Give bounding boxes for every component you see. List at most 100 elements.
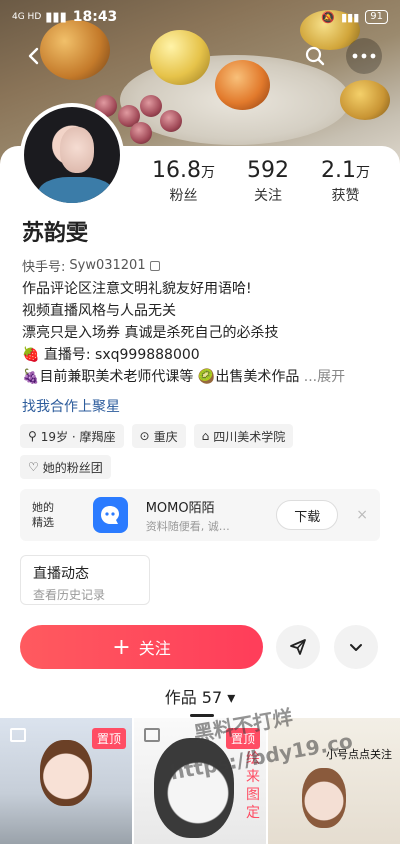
tag-text: 四川美术学院: [213, 429, 286, 444]
tag-text: 她的粉丝团: [42, 460, 103, 475]
bio-line: 作品评论区注意文明礼貌友好用语哈!: [22, 281, 252, 297]
stat-fans[interactable]: 16.8万 粉丝: [152, 158, 215, 205]
stat-number: 592: [246, 158, 289, 183]
status-bar: 4G HD ▮▮▮ 18:43 🔕 ▮▮▮ 91: [0, 0, 400, 34]
back-button[interactable]: [16, 38, 52, 74]
avatar[interactable]: [20, 103, 124, 207]
momo-app-icon: [92, 497, 128, 533]
cover-fruit: [150, 30, 210, 85]
thumbnail-side-text: 绘来图定: [246, 751, 260, 821]
share-button[interactable]: [276, 625, 320, 669]
pinned-badge: 置顶: [225, 728, 260, 749]
tab-underline: [190, 714, 214, 717]
search-icon: [305, 46, 325, 66]
bio-line: 🍇目前兼职美术老师代课等 🥝出售美术作品 ...展开: [22, 366, 382, 388]
thumbnail-portrait: [302, 768, 346, 828]
mute-icon: 🔕: [321, 10, 336, 24]
bio-line: 漂亮只是入场券 真诚是杀死自己的必杀技: [22, 325, 279, 341]
profile-bio: 作品评论区注意文明礼貌友好用语哈! 视频直播风格与人品无关 漂亮只是入场券 真诚…: [22, 278, 382, 388]
more-dots-icon: [352, 53, 376, 59]
app-desc: 资料随便看, 诚…: [145, 519, 230, 533]
image-icon: [10, 728, 26, 742]
expand-button[interactable]: [334, 625, 378, 669]
stat-likes[interactable]: 2.1万 获赞: [321, 158, 370, 205]
tag-text: 重庆: [153, 429, 178, 444]
fan-group-row: ♡ 她的粉丝团: [20, 455, 380, 479]
stat-label: 关注: [253, 188, 282, 204]
pin-icon: ⚲: [28, 429, 37, 443]
download-button[interactable]: 下载: [276, 500, 339, 530]
work-thumbnail[interactable]: 小号点点关注: [268, 718, 400, 844]
live-card-title: 直播动态: [33, 566, 89, 582]
kuaishou-id[interactable]: 快手号: Syw031201: [22, 256, 160, 275]
battery-icon: 91: [365, 10, 388, 24]
caret-down-icon: ▾: [227, 688, 236, 707]
cover-grape: [160, 110, 182, 132]
bio-text: 目前兼职美术老师代课等: [39, 369, 194, 385]
work-thumbnail[interactable]: 置顶: [0, 718, 132, 844]
works-label: 作品 57: [164, 688, 223, 707]
work-thumbnail[interactable]: 置顶 绘来图定: [134, 718, 266, 844]
app-name: MOMO陌陌: [145, 500, 215, 516]
stat-number: 2.1: [320, 158, 356, 183]
thumbnail-portrait: [40, 740, 92, 806]
partner-link[interactable]: 找我合作上聚星: [22, 396, 120, 416]
stat-label: 粉丝: [169, 188, 198, 204]
featured-label: 她的 精选: [32, 500, 71, 530]
featured-label-line: 她的: [32, 501, 54, 514]
profile-tags: ⚲ 19岁 · 摩羯座 ⊙ 重庆 ⌂ 四川美术学院: [20, 424, 380, 448]
cover-grape: [130, 122, 152, 144]
location-icon: ⊙: [139, 429, 150, 443]
fan-group-tag[interactable]: ♡ 她的粉丝团: [20, 455, 111, 479]
works-tab[interactable]: 作品 57 ▾: [0, 684, 400, 717]
network-label: 4G HD: [12, 11, 42, 22]
profile-name: 苏韵雯: [22, 221, 89, 246]
more-button[interactable]: [346, 38, 382, 74]
bio-line: 视频直播风格与人品无关: [22, 303, 176, 319]
bio-line: 🍓 直播号: sxq999888000: [22, 344, 382, 366]
featured-app-card[interactable]: 她的 精选 MOMO陌陌 资料随便看, 诚… 下载 ×: [20, 489, 380, 541]
bio-text: 出售美术作品: [215, 369, 300, 385]
copy-icon[interactable]: [149, 260, 160, 271]
plus-icon: +: [112, 634, 131, 660]
chevron-down-icon: [350, 644, 362, 651]
tag-location[interactable]: ⊙ 重庆: [131, 424, 186, 448]
search-button[interactable]: [297, 38, 333, 74]
works-grid: 置顶 置顶 绘来图定 小号点点关注: [0, 718, 400, 844]
close-icon[interactable]: ×: [356, 507, 368, 523]
follow-label: 关注: [138, 639, 171, 658]
cover-fruit: [340, 80, 390, 120]
stat-following[interactable]: 592 关注: [247, 158, 289, 205]
send-icon: [290, 639, 306, 655]
image-icon: [144, 728, 160, 742]
profile-stats: 16.8万 粉丝 592 关注 2.1万 获赞: [136, 158, 386, 205]
cover-fruit: [215, 60, 270, 110]
stat-number: 16.8: [152, 158, 201, 183]
tag-text: 19岁 · 摩羯座: [40, 429, 116, 444]
live-card-subtitle: 查看历史记录: [33, 588, 106, 602]
fan-group-icon: ♡: [28, 460, 39, 474]
bio-expand-link[interactable]: ...展开: [304, 369, 345, 385]
signal-icon: ▮▮▮: [45, 9, 67, 25]
kiwi-icon: 🥝: [197, 369, 216, 385]
thumbnail-caption: 小号点点关注: [326, 748, 392, 761]
app-info: MOMO陌陌 资料随便看, 诚…: [146, 497, 262, 534]
kuaishou-id-label: 快手号:: [22, 260, 66, 275]
strawberry-icon: 🍓: [22, 347, 40, 363]
avatar-shirt: [38, 177, 114, 203]
stat-unit: 万: [200, 165, 215, 181]
school-icon: ⌂: [201, 429, 210, 443]
grape-icon: 🍇: [22, 369, 40, 385]
avatar-face: [60, 127, 94, 173]
follow-button[interactable]: + 关注: [20, 625, 263, 669]
live-history-card[interactable]: 直播动态 查看历史记录: [20, 555, 150, 605]
tag-school[interactable]: ⌂ 四川美术学院: [193, 424, 294, 448]
thumbnail-sketch: [154, 738, 234, 838]
wifi-icon: ▮▮▮: [341, 10, 360, 24]
bio-live-id: 直播号: sxq999888000: [43, 347, 200, 363]
tag-age: ⚲ 19岁 · 摩羯座: [20, 424, 124, 448]
momo-logo-icon: [101, 506, 120, 524]
kuaishou-id-value: Syw031201: [69, 258, 146, 273]
pinned-badge: 置顶: [91, 728, 126, 749]
featured-label-line: 精选: [32, 516, 54, 529]
